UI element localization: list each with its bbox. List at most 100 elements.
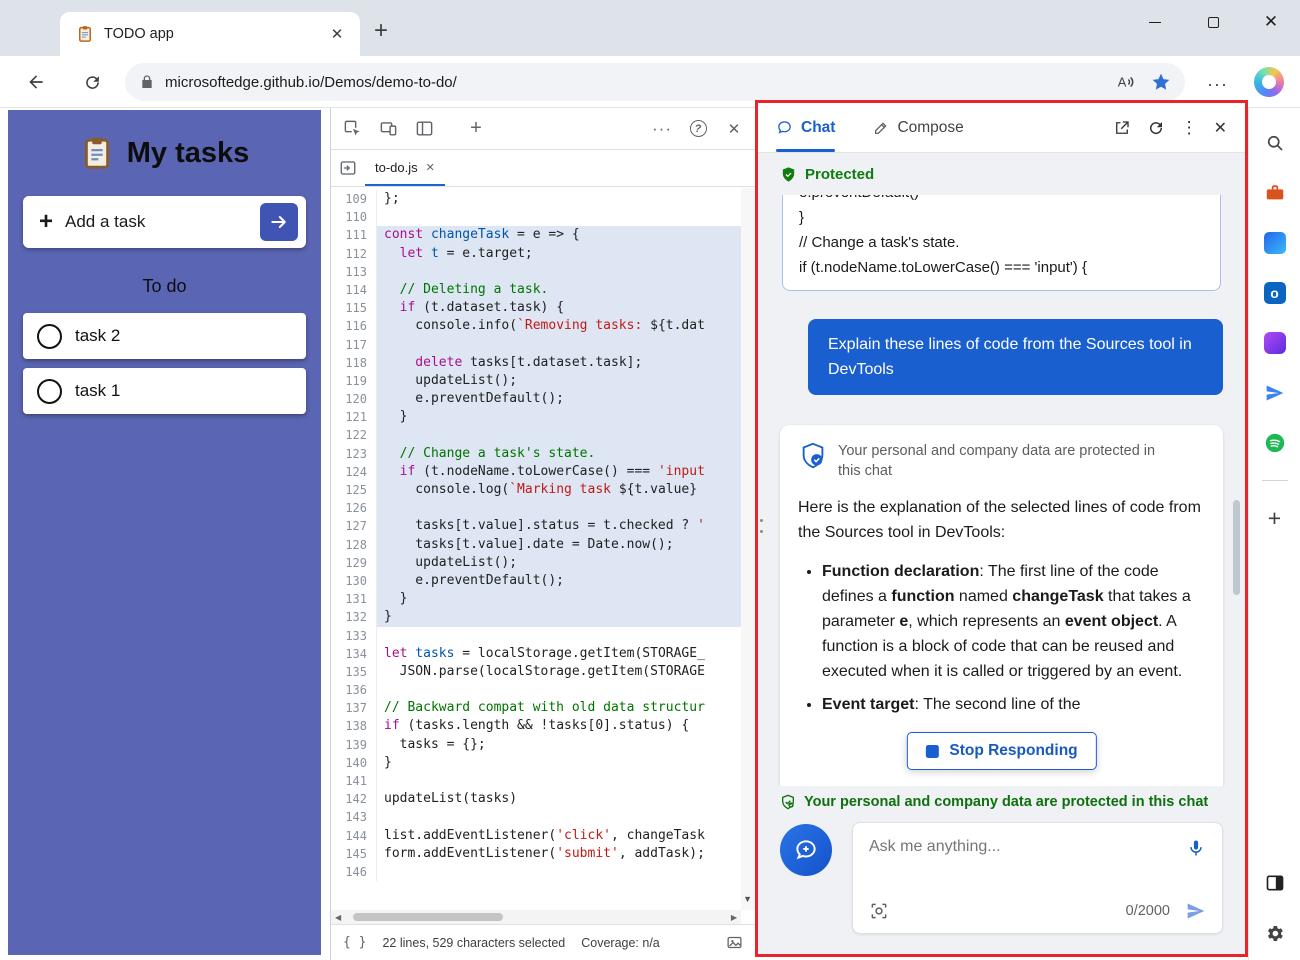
copilot-footer: Your personal and company data are prote…: [758, 786, 1245, 954]
code-line: 126: [331, 499, 755, 517]
code-line: 131 }: [331, 590, 755, 608]
editor-horizontal-scrollbar[interactable]: ◀ ▶: [331, 910, 741, 924]
code-editor[interactable]: 109};110111const changeTask = e => {112 …: [331, 188, 755, 910]
add-tool-icon[interactable]: +: [461, 114, 491, 144]
footer-privacy-line: Your personal and company data are prote…: [780, 794, 1223, 810]
file-tab-close-icon[interactable]: ✕: [426, 161, 435, 174]
copilot-close-icon[interactable]: ✕: [1214, 118, 1227, 138]
microphone-icon[interactable]: [1186, 838, 1206, 858]
search-icon[interactable]: [1262, 130, 1288, 156]
copilot-panel: Chat Compose ⋮ ✕ Protected e.preventDefa…: [755, 100, 1248, 957]
microsoft-365-icon[interactable]: [1262, 230, 1288, 256]
designer-icon[interactable]: [1262, 330, 1288, 356]
tools-briefcase-icon[interactable]: [1262, 180, 1288, 206]
code-line: 138if (tasks.length && !tasks[0].status)…: [331, 717, 755, 735]
panel-layout-icon[interactable]: [409, 114, 439, 144]
code-line: 143: [331, 808, 755, 826]
privacy-note: Your personal and company data are prote…: [798, 441, 1205, 481]
scroll-down-arrow-icon[interactable]: ▼: [743, 894, 752, 904]
copilot-refresh-icon[interactable]: [1147, 119, 1165, 137]
code-line: 145form.addEventListener('submit', addTa…: [331, 845, 755, 863]
add-task-submit-button[interactable]: [260, 203, 298, 241]
spotify-icon[interactable]: [1262, 430, 1288, 456]
scroll-right-arrow-icon[interactable]: ▶: [731, 913, 737, 922]
tab-strip: TODO app ✕ + ✕: [0, 0, 1300, 56]
chat-input[interactable]: Ask me anything... 0/2000: [852, 822, 1223, 934]
help-icon[interactable]: ?: [683, 114, 713, 144]
task-checkbox-icon[interactable]: [37, 379, 62, 404]
minimize-button[interactable]: [1126, 0, 1184, 44]
task-checkbox-icon[interactable]: [37, 324, 62, 349]
device-emulation-icon[interactable]: [373, 114, 403, 144]
file-tab-to-do-js[interactable]: to-do.js ✕: [365, 150, 445, 186]
code-line: 115 if (t.dataset.task) {: [331, 299, 755, 317]
todo-page: My tasks + Add a task To do task 2task 1: [0, 108, 330, 960]
copilot-more-icon[interactable]: ⋮: [1181, 118, 1198, 138]
conversation-scrollbar[interactable]: [1233, 500, 1240, 595]
new-topic-button[interactable]: [780, 824, 832, 876]
stop-responding-label: Stop Responding: [949, 742, 1077, 760]
code-line: 123 // Change a task's state.: [331, 445, 755, 463]
task-list: task 2 task 1: [23, 313, 306, 414]
site-info-lock-icon[interactable]: [139, 74, 155, 90]
address-bar[interactable]: microsoftedge.github.io/Demos/demo-to-do…: [125, 63, 1185, 101]
screenshot-status-icon[interactable]: [726, 934, 743, 951]
window-controls: ✕: [1126, 0, 1300, 44]
tab-compose[interactable]: Compose: [873, 103, 963, 152]
code-line: 117: [331, 336, 755, 354]
code-line: 111const changeTask = e => {: [331, 226, 755, 244]
sidebar-panel-icon[interactable]: [1262, 870, 1288, 896]
new-tab-button[interactable]: +: [368, 18, 394, 44]
selection-info: 22 lines, 529 characters selected: [382, 936, 565, 950]
stop-responding-button[interactable]: Stop Responding: [906, 732, 1096, 770]
tab-close-icon[interactable]: ✕: [324, 21, 350, 47]
read-aloud-icon[interactable]: A: [1115, 71, 1137, 93]
editor-vertical-scrollbar[interactable]: [741, 188, 755, 910]
task-label: task 2: [75, 326, 120, 346]
task-item[interactable]: task 1: [23, 368, 306, 414]
new-chat-icon: [793, 837, 819, 863]
add-to-sidebar-icon[interactable]: +: [1262, 505, 1288, 531]
devtools-close-icon[interactable]: ✕: [719, 114, 749, 144]
copilot-code-snippet: e.preventDefault()}// Change a task's st…: [782, 195, 1221, 291]
send-icon[interactable]: [1186, 901, 1206, 921]
tab-chat-label: Chat: [801, 119, 835, 137]
stop-square-icon: [925, 745, 938, 758]
horizontal-scroll-thumb[interactable]: [353, 913, 503, 921]
url-text[interactable]: microsoftedge.github.io/Demos/demo-to-do…: [165, 74, 1101, 91]
chat-input-placeholder[interactable]: Ask me anything...: [869, 838, 1186, 856]
code-line: 133: [331, 627, 755, 645]
copilot-conversation[interactable]: e.preventDefault()}// Change a task's st…: [758, 195, 1245, 786]
favorite-star-icon[interactable]: [1151, 72, 1171, 92]
add-task-field[interactable]: + Add a task: [23, 196, 306, 248]
char-counter: 0/2000: [1126, 903, 1170, 919]
outlook-icon[interactable]: o: [1262, 280, 1288, 306]
back-icon[interactable]: [22, 68, 50, 96]
tab-chat[interactable]: Chat: [776, 103, 835, 152]
visual-search-icon[interactable]: [869, 901, 889, 921]
pretty-print-icon[interactable]: { }: [343, 935, 366, 950]
refresh-icon[interactable]: [78, 68, 106, 96]
drop-icon[interactable]: [1262, 380, 1288, 406]
scroll-left-arrow-icon[interactable]: ◀: [335, 913, 341, 922]
coverage-info: Coverage: n/a: [581, 936, 660, 950]
todo-app-panel: My tasks + Add a task To do task 2task 1: [8, 110, 321, 955]
browser-tab[interactable]: TODO app ✕: [60, 12, 360, 56]
task-item[interactable]: task 2: [23, 313, 306, 359]
code-line: 129 updateList();: [331, 554, 755, 572]
shield-check-green-icon: [780, 166, 797, 183]
maximize-button[interactable]: [1184, 0, 1242, 44]
add-task-placeholder[interactable]: Add a task: [65, 212, 260, 232]
toolbar-more-icon[interactable]: ···: [1207, 74, 1228, 95]
window-close-button[interactable]: ✕: [1242, 0, 1300, 44]
copilot-logo-icon[interactable]: [1254, 67, 1284, 97]
inspect-element-icon[interactable]: [337, 114, 367, 144]
open-in-new-window-icon[interactable]: [1113, 119, 1131, 137]
arrow-right-icon: [269, 212, 289, 232]
devtools-more-icon[interactable]: ···: [647, 114, 677, 144]
code-line: 136: [331, 681, 755, 699]
navigator-toggle-icon[interactable]: [331, 150, 365, 186]
tab-title: TODO app: [104, 26, 324, 42]
settings-gear-icon[interactable]: [1262, 920, 1288, 946]
code-line: 135 JSON.parse(localStorage.getItem(STOR…: [331, 663, 755, 681]
